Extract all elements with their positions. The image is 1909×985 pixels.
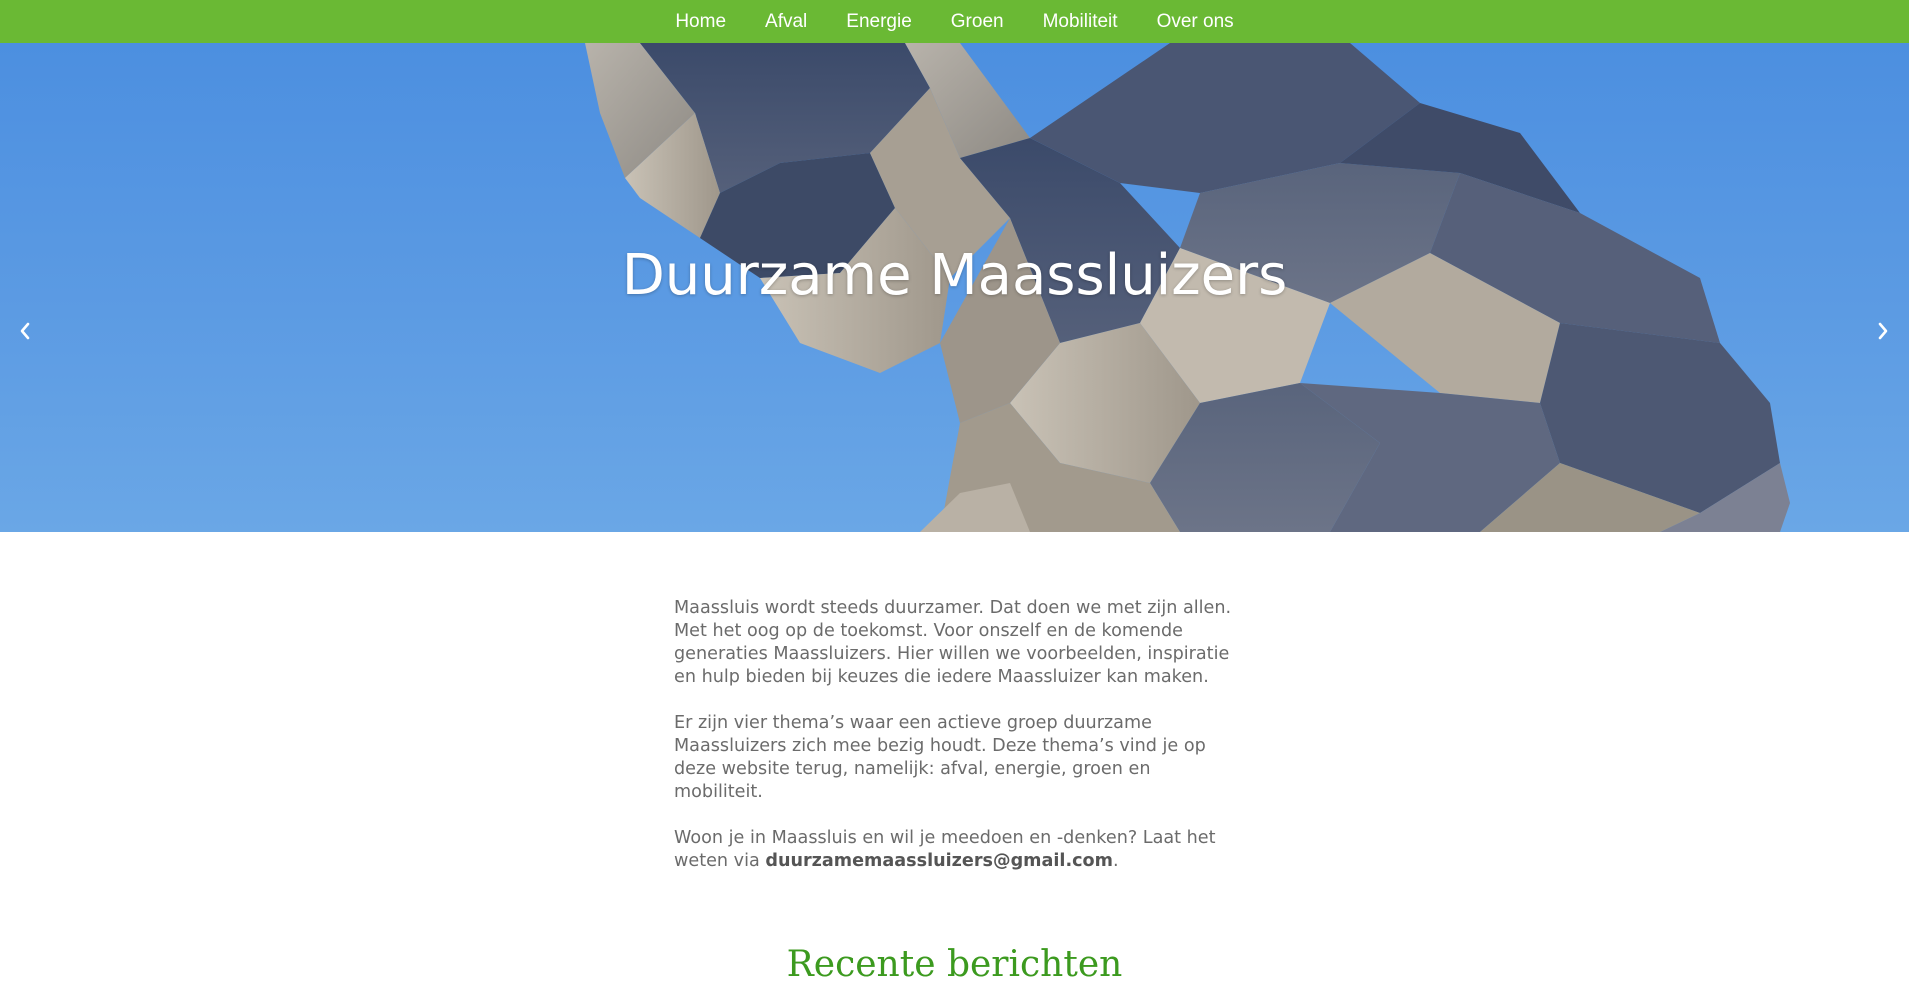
slider-prev-button[interactable] (10, 313, 40, 349)
hero-slider: Duurzame Maassluizers (0, 43, 1909, 532)
nav-item-afval[interactable]: Afval (765, 0, 807, 43)
main-navigation: Home Afval Energie Groen Mobiliteit Over… (0, 0, 1909, 43)
intro-paragraph-1: Maassluis wordt steeds duurzamer. Dat do… (674, 598, 1232, 687)
intro-text: Maassluis wordt steeds duurzamer. Dat do… (674, 597, 1234, 896)
slider-next-button[interactable] (1868, 313, 1898, 349)
nav-item-home[interactable]: Home (675, 0, 726, 43)
chevron-left-icon (20, 322, 30, 340)
nav-item-energie[interactable]: Energie (846, 0, 912, 43)
intro-paragraph-3: Woon je in Maassluis en wil je meedoen e… (674, 827, 1234, 873)
contact-period: . (1112, 851, 1119, 871)
chevron-right-icon (1878, 322, 1888, 340)
contact-email: duurzamemaassluizers@gmail.com (765, 851, 1113, 871)
recent-posts-heading: Recente berichten (786, 944, 1123, 985)
intro-paragraph-2: Er zijn vier thema’s waar een actieve gr… (674, 713, 1206, 802)
nav-item-over-ons[interactable]: Over ons (1157, 0, 1234, 43)
hero-title: Duurzame Maassluizers (621, 243, 1288, 308)
nav-item-mobiliteit[interactable]: Mobiliteit (1043, 0, 1118, 43)
nav-item-groen[interactable]: Groen (951, 0, 1004, 43)
